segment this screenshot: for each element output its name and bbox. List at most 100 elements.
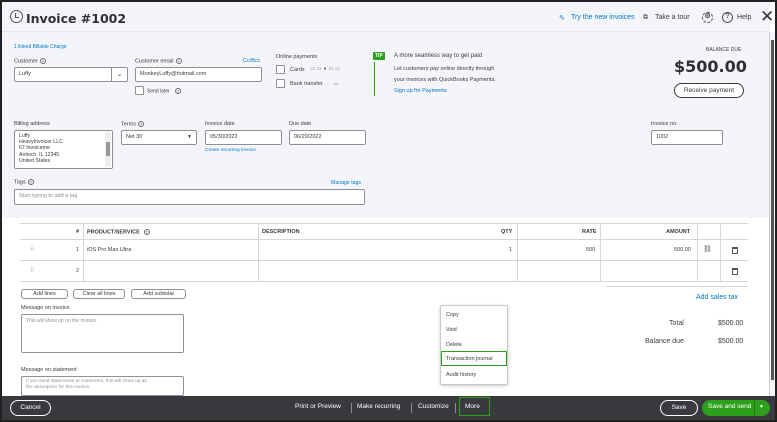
table-row[interactable]: ⠿ 2 (20, 261, 748, 282)
balance-due-total-value: $500.00 (718, 338, 744, 345)
sign-up-payments-link[interactable]: Sign up for Payments (394, 88, 447, 94)
tags-label: Tags? (14, 179, 34, 186)
send-later-checkbox[interactable] (135, 86, 144, 95)
col-description: DESCRIPTION (262, 229, 300, 235)
invoice-no-label: Invoice no. (651, 121, 678, 127)
caret-down-icon[interactable]: ▼ (759, 400, 764, 414)
info-icon: ? (175, 58, 182, 64)
placeholder-line: the description for this invoice. (26, 385, 91, 390)
more-button-highlight (459, 397, 490, 416)
cancel-button[interactable]: Cancel (10, 400, 51, 416)
page-scrollbar[interactable] (769, 32, 775, 396)
clear-all-lines-button[interactable]: Clear all lines (73, 289, 125, 299)
link-icon[interactable]: ⛓ (703, 245, 712, 253)
customer-select[interactable]: Luffy ⌄ (14, 67, 128, 82)
col-qty: QTY (501, 229, 513, 235)
gear-icon[interactable]: ⚙ (702, 12, 713, 23)
billing-address-label: Billing address (14, 121, 50, 127)
drag-handle-icon[interactable]: ⠿ (30, 267, 35, 274)
customer-label: Customer? (14, 58, 46, 65)
terms-select[interactable]: Net 30 ▼ (121, 130, 197, 145)
caret-down-icon: ▼ (187, 134, 192, 140)
info-icon: ? (137, 121, 144, 127)
chevron-down-icon[interactable]: ⌄ (111, 68, 127, 81)
split-divider (754, 400, 755, 416)
address-scrollbar[interactable] (105, 132, 111, 167)
trash-icon[interactable] (732, 268, 738, 275)
balance-due-label: BALANCE DUE (706, 47, 742, 53)
receive-payment-button[interactable]: Receive payment (674, 83, 744, 98)
message-statement-field[interactable]: If you send statements to customers, thi… (21, 376, 184, 396)
linked-charge-link[interactable]: 1 linked Billable Charge (14, 44, 67, 50)
tip-badge: TIP (373, 52, 385, 60)
info-icon: ? (39, 58, 46, 64)
total-value: $500.00 (718, 320, 744, 327)
invoice-no-field[interactable]: 1002 (651, 130, 723, 145)
help-icon[interactable]: ? (722, 12, 733, 23)
column-divider (720, 223, 721, 282)
col-amount: AMOUNT (666, 229, 691, 235)
due-date-field[interactable]: 06/29/2022 (289, 130, 366, 145)
more-menu: Copy Void Delete Transaction journal Aud… (440, 305, 508, 385)
invoice-date-label: Invoice date (205, 121, 235, 127)
table-row[interactable]: ⠿ 1 iOS Pro Max Ultra 1 500 500.00 ⛓ (20, 240, 748, 261)
footer-divider (351, 403, 352, 413)
save-button[interactable]: Save (660, 400, 698, 416)
row-product[interactable]: iOS Pro Max Ultra (87, 247, 131, 253)
terms-label: Terms? (121, 121, 144, 128)
save-and-send-button[interactable]: Save and send ▼ (702, 400, 770, 416)
drag-handle-icon[interactable]: ⠿ (30, 246, 35, 253)
menu-item-void[interactable]: Void (446, 327, 457, 333)
trash-icon[interactable] (732, 247, 738, 254)
scrollbar-thumb[interactable] (106, 142, 110, 156)
add-sales-tax-link[interactable]: Add sales tax (696, 294, 738, 301)
row-amount[interactable]: 500.00 (674, 247, 691, 253)
customize-button[interactable]: Customize (418, 403, 449, 410)
due-date-label: Due date (289, 121, 312, 127)
billing-address-field[interactable]: Luffy HeavyInvoicer LLC 67 Invoiceme Ant… (14, 130, 113, 169)
create-recurring-link[interactable]: Create recurring invoice (205, 148, 256, 153)
menu-item-audit-history[interactable]: Audit history (446, 372, 476, 378)
message-invoice-label: Message on invoice (21, 305, 70, 311)
menu-item-copy[interactable]: Copy (446, 312, 459, 318)
menu-item-delete[interactable]: Delete (446, 342, 462, 348)
bank-transfer-checkbox[interactable] (276, 79, 285, 88)
history-icon[interactable] (10, 10, 23, 23)
cards-label: Cards (290, 67, 305, 73)
column-divider (83, 223, 84, 282)
email-field[interactable]: MonkeyLuffy@hotmail.com (135, 67, 262, 82)
print-preview-button[interactable]: Print or Preview (295, 403, 341, 410)
row-number: 1 (76, 247, 80, 253)
manage-tags-link[interactable]: Manage tags (331, 180, 361, 186)
invoice-date-field[interactable]: 05/30/2022 (205, 130, 282, 145)
tip-text-line-1: Let customers pay online directly throug… (394, 66, 495, 72)
close-icon[interactable]: ✕ (760, 8, 774, 25)
col-number: # (76, 229, 80, 235)
info-icon: ? (27, 179, 34, 185)
info-icon: ? (174, 88, 181, 94)
add-lines-button[interactable]: Add lines (21, 289, 68, 299)
cards-checkbox[interactable] (276, 65, 285, 74)
tags-input[interactable]: Start typing to add a tag (14, 189, 365, 205)
scrollbar-thumb[interactable] (771, 40, 774, 380)
totals-divider (606, 286, 748, 287)
balance-due-total-label: Balance due (645, 338, 684, 345)
row-qty[interactable]: 1 (509, 247, 512, 253)
send-later-label: Send later? (147, 88, 181, 95)
cc-bcc-link[interactable]: Cc/Bcc (243, 58, 260, 64)
ach-logo-icon: ▭ (334, 81, 339, 86)
page-title: Invoice #1002 (26, 11, 127, 26)
footer-bar: Cancel Print or Preview Make recurring C… (2, 396, 775, 420)
make-recurring-button[interactable]: Make recurring (357, 403, 400, 410)
row-rate[interactable]: 500 (586, 247, 595, 253)
column-divider (697, 223, 698, 282)
column-divider (517, 223, 518, 282)
message-invoice-field[interactable]: This will show up on the invoice. (21, 314, 184, 353)
add-subtotal-button[interactable]: Add subtotal (131, 289, 186, 299)
help-link[interactable]: Help (737, 14, 751, 21)
take-tour-link[interactable]: Take a tour (655, 14, 690, 21)
col-product: PRODUCT/SERVICE? (87, 229, 150, 236)
address-line: United States (19, 157, 51, 164)
try-new-invoices-link[interactable]: Try the new invoices (571, 14, 635, 21)
total-label: Total (669, 320, 684, 327)
